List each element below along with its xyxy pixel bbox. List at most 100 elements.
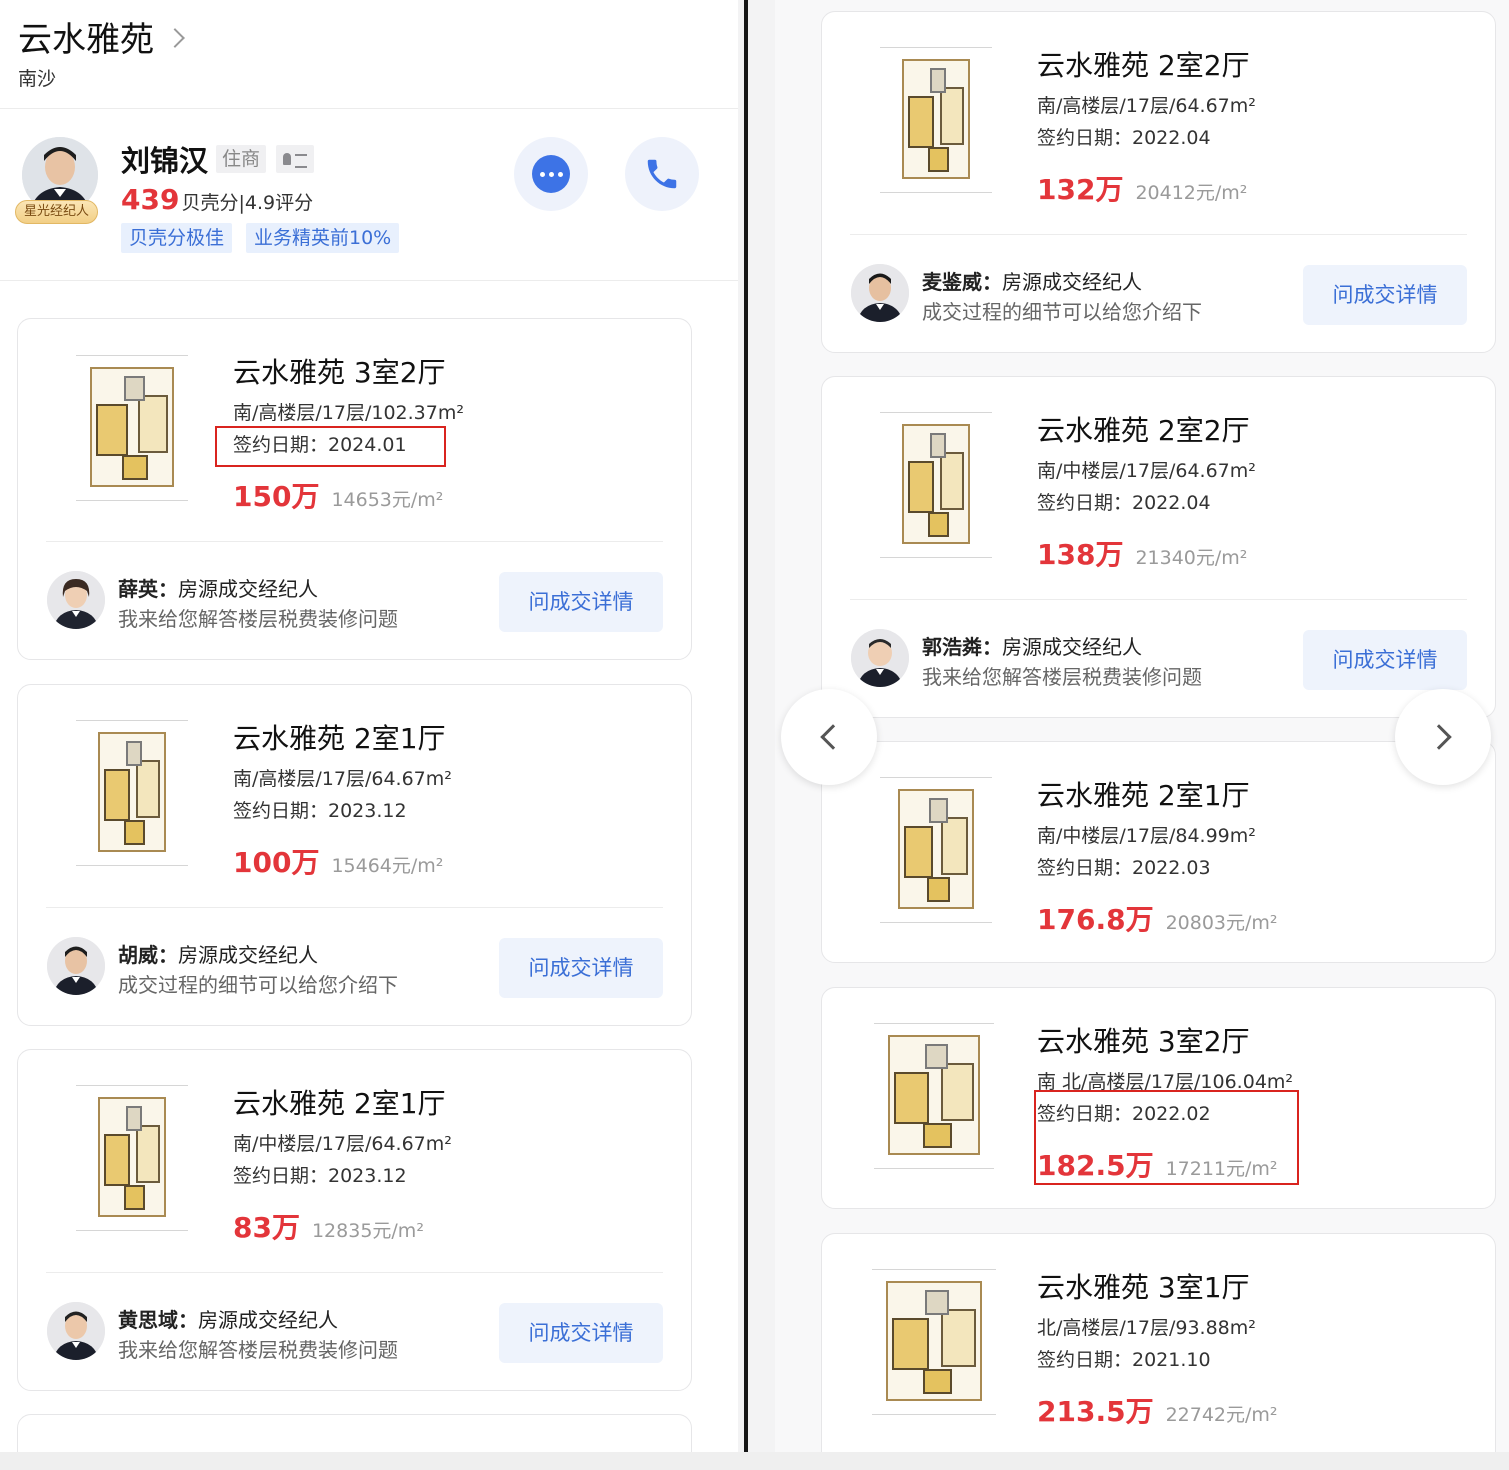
agent-score-line: 439 贝壳分|4.9评分 xyxy=(121,183,313,216)
floorplan-image xyxy=(880,45,992,197)
unit-price: 20412元/m² xyxy=(1135,182,1248,204)
listing-meta: 南/中楼层/17层/64.67m² xyxy=(233,1133,452,1155)
agent-message: 我来给您解答楼层税费装修问题 xyxy=(118,607,398,631)
panel-separator xyxy=(738,0,775,1470)
unit-price: 12835元/m² xyxy=(311,1220,424,1242)
listing-sign-date: 签约日期：2022.04 xyxy=(1037,492,1211,514)
price-line: 100万 15464元/m² xyxy=(233,841,443,881)
ask-deal-details-button[interactable]: 问成交详情 xyxy=(499,572,663,632)
community-area: 南沙 xyxy=(18,68,57,90)
total-price: 100万 xyxy=(233,846,320,879)
highlight-box xyxy=(215,426,446,467)
agent-message: 我来给您解答楼层税费装修问题 xyxy=(922,665,1202,689)
price-line: 138万 21340元/m² xyxy=(1037,533,1247,573)
divider xyxy=(0,108,738,109)
sold-listing-card[interactable]: 云水雅苑 2室1厅 南/高楼层/17层/64.67m² 签约日期：2023.12… xyxy=(17,684,692,1026)
sold-listing-card[interactable]: 云水雅苑 2室2厅 南/中楼层/17层/64.67m² 签约日期：2022.04… xyxy=(821,376,1496,718)
total-price: 132万 xyxy=(1037,173,1124,206)
agent-message: 成交过程的细节可以给您介绍下 xyxy=(922,300,1202,324)
unit-price: 15464元/m² xyxy=(331,855,444,877)
agent-row-name: 胡威：房源成交经纪人 xyxy=(118,939,318,968)
divider xyxy=(0,280,738,281)
previous-arrow-button[interactable] xyxy=(781,689,877,785)
agent-role: 房源成交经纪人 xyxy=(198,1308,338,1332)
floorplan-image xyxy=(76,1083,188,1235)
listing-meta: 北/高楼层/17层/93.88m² xyxy=(1037,1317,1256,1339)
bottom-bar xyxy=(0,1452,1509,1470)
agent-name: 薛英： xyxy=(118,577,178,601)
sold-listing-card[interactable]: 云水雅苑 2室1厅 南/中楼层/17层/84.99m² 签约日期：2022.03… xyxy=(821,741,1496,963)
listing-title: 云水雅苑 2室1厅 xyxy=(233,1087,446,1120)
listing-sign-date: 签约日期：2022.03 xyxy=(1037,857,1211,879)
unit-price: 14653元/m² xyxy=(331,489,444,511)
divider xyxy=(46,907,663,908)
ask-deal-details-button[interactable]: 问成交详情 xyxy=(499,938,663,998)
listing-sign-date: 签约日期：2023.12 xyxy=(233,800,407,822)
price-line: 213.5万 22742元/m² xyxy=(1037,1390,1278,1430)
floorplan-image xyxy=(880,410,992,562)
listing-sign-date: 签约日期：2021.10 xyxy=(1037,1349,1211,1371)
listing-meta: 南/高楼层/17层/102.37m² xyxy=(233,402,464,424)
agent-row-name: 薛英：房源成交经纪人 xyxy=(118,573,318,602)
agent-avatar[interactable] xyxy=(47,1302,105,1360)
agent-role: 房源成交经纪人 xyxy=(178,943,318,967)
listing-sign-date: 签约日期：2022.04 xyxy=(1037,127,1211,149)
sold-listing-card[interactable]: 云水雅苑 3室2厅 南 北/高楼层/17层/106.04m² 签约日期：2022… xyxy=(821,987,1496,1209)
agent-pill: 贝壳分极佳 xyxy=(121,223,233,253)
price-line: 132万 20412元/m² xyxy=(1037,168,1247,208)
divider xyxy=(46,541,663,542)
chevron-right-icon xyxy=(1426,724,1452,750)
price-line: 150万 14653元/m² xyxy=(233,475,443,515)
sold-listing-card[interactable]: 云水雅苑 2室2厅 南/高楼层/17层/64.67m² 签约日期：2022.04… xyxy=(821,11,1496,353)
sold-listing-card[interactable]: 云水雅苑 2室1厅 南/中楼层/17层/64.67m² 签约日期：2023.12… xyxy=(17,1049,692,1391)
listing-title: 云水雅苑 2室2厅 xyxy=(1037,414,1250,447)
agent-role: 房源成交经纪人 xyxy=(178,577,318,601)
agent-score-text: 贝壳分|4.9评分 xyxy=(181,192,314,214)
agent-avatar[interactable] xyxy=(47,937,105,995)
listing-meta: 南/高楼层/17层/64.67m² xyxy=(1037,95,1256,117)
listing-title: 云水雅苑 3室1厅 xyxy=(1037,1271,1250,1304)
divider xyxy=(46,1272,663,1273)
ask-deal-details-button[interactable]: 问成交详情 xyxy=(1303,630,1467,690)
highlight-box xyxy=(1034,1090,1299,1185)
sold-listing-card[interactable]: 云水雅苑 3室1厅 北/高楼层/17层/93.88m² 签约日期：2021.10… xyxy=(821,1233,1496,1470)
agent-avatar[interactable] xyxy=(851,629,909,687)
business-card-icon[interactable] xyxy=(276,145,314,173)
floorplan-image xyxy=(76,718,188,870)
ask-deal-details-button[interactable]: 问成交详情 xyxy=(1303,265,1467,325)
agent-name: 麦鉴威： xyxy=(922,270,1002,294)
agent-name: 黄思域： xyxy=(118,1308,198,1332)
listing-title: 云水雅苑 2室2厅 xyxy=(1037,49,1250,82)
agent-row-name: 郭浩粦：房源成交经纪人 xyxy=(922,631,1142,660)
listing-meta: 南/中楼层/17层/84.99m² xyxy=(1037,825,1256,847)
agent-avatar[interactable] xyxy=(851,264,909,322)
right-screenshot-panel: 云水雅苑 2室2厅 南/高楼层/17层/64.67m² 签约日期：2022.04… xyxy=(775,0,1509,1470)
agent-row-name: 黄思域：房源成交经纪人 xyxy=(118,1304,338,1333)
price-line: 176.8万 20803元/m² xyxy=(1037,898,1278,938)
community-title-link[interactable]: 云水雅苑 xyxy=(18,12,185,61)
agent-name: 刘锦汉 xyxy=(121,144,209,178)
star-agent-badge: 星光经纪人 xyxy=(15,200,99,224)
floorplan-image xyxy=(874,1021,994,1173)
floorplan-image xyxy=(76,353,188,505)
chat-button[interactable] xyxy=(514,137,588,211)
divider xyxy=(850,599,1467,600)
next-arrow-button[interactable] xyxy=(1395,689,1491,785)
agent-score: 439 xyxy=(121,183,180,216)
left-screenshot-panel: 云水雅苑 南沙 星光经纪人 刘锦汉 住商 439 贝壳分|4.9评分 贝壳分极佳… xyxy=(0,0,738,1470)
chevron-left-icon xyxy=(820,724,846,750)
phone-button[interactable] xyxy=(625,137,699,211)
sold-listing-card[interactable]: 云水雅苑 3室2厅 南/高楼层/17层/102.37m² 签约日期：2024.0… xyxy=(17,318,692,660)
agent-name: 郭浩粦： xyxy=(922,635,1002,659)
agent-avatar[interactable] xyxy=(47,571,105,629)
agent-row-name: 麦鉴威：房源成交经纪人 xyxy=(922,266,1142,295)
ask-deal-details-button[interactable]: 问成交详情 xyxy=(499,1303,663,1363)
price-line: 83万 12835元/m² xyxy=(233,1206,424,1246)
agent-role: 房源成交经纪人 xyxy=(1002,270,1142,294)
listing-title: 云水雅苑 3室2厅 xyxy=(233,356,446,389)
agent-role: 房源成交经纪人 xyxy=(1002,635,1142,659)
phone-icon xyxy=(647,159,677,189)
unit-price: 22742元/m² xyxy=(1165,1404,1278,1426)
total-price: 138万 xyxy=(1037,538,1124,571)
listing-sign-date: 签约日期：2023.12 xyxy=(233,1165,407,1187)
